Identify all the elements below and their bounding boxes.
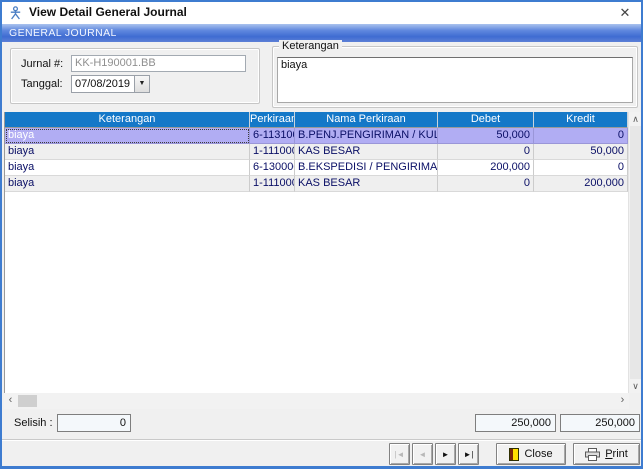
- title-bar[interactable]: View Detail General Journal ✕: [2, 2, 641, 24]
- close-window-icon[interactable]: ✕: [616, 4, 634, 22]
- nav-prev-button[interactable]: ◄: [412, 443, 433, 465]
- scroll-down-icon[interactable]: ∨: [629, 379, 642, 393]
- cell-nama-perkiraan[interactable]: KAS BESAR: [295, 144, 438, 160]
- nav-next-button[interactable]: ►: [435, 443, 456, 465]
- cell-kredit[interactable]: 200,000: [534, 176, 628, 192]
- nav-first-button[interactable]: |◄: [389, 443, 410, 465]
- print-button[interactable]: Print: [573, 443, 640, 465]
- column-header-keterangan[interactable]: Keterangan: [5, 112, 250, 128]
- table-row[interactable]: biaya 6-1300001 B.EKSPEDISI / PENGIRIMAN…: [5, 160, 629, 176]
- table-row[interactable]: biaya 1-1110001 KAS BESAR 0 50,000: [5, 144, 629, 160]
- exit-door-icon: [509, 448, 519, 461]
- table-row[interactable]: biaya 1-1110001 KAS BESAR 0 200,000: [5, 176, 629, 192]
- total-debet-field[interactable]: 250,000: [475, 414, 556, 432]
- printer-icon: [585, 448, 600, 461]
- journal-detail-grid: Keterangan Perkiraan Nama Perkiraan Debe…: [4, 112, 641, 393]
- cell-keterangan[interactable]: biaya: [5, 128, 250, 144]
- column-header-perkiraan[interactable]: Perkiraan: [250, 112, 295, 128]
- horizontal-scrollbar[interactable]: ‹ ›: [4, 393, 629, 409]
- cell-keterangan[interactable]: biaya: [5, 160, 250, 176]
- vertical-scrollbar[interactable]: ∧ ∨: [628, 112, 641, 393]
- cell-debet[interactable]: 50,000: [438, 128, 534, 144]
- journal-info-groupbox: Jurnal #: KK-H190001.BB Tanggal: 07/08/2…: [10, 48, 260, 104]
- print-button-label: Print: [605, 448, 628, 460]
- cell-kredit[interactable]: 0: [534, 160, 628, 176]
- jurnal-label: Jurnal #:: [21, 58, 63, 70]
- scroll-left-icon[interactable]: ‹: [4, 393, 17, 409]
- jurnal-number-field[interactable]: KK-H190001.BB: [71, 55, 246, 72]
- grid-header-row: Keterangan Perkiraan Nama Perkiraan Debe…: [5, 112, 629, 128]
- view-detail-general-journal-dialog: View Detail General Journal ✕ GENERAL JO…: [0, 0, 643, 469]
- nav-last-button[interactable]: ►|: [458, 443, 479, 465]
- cell-perkiraan[interactable]: 1-1110001: [250, 144, 295, 160]
- cell-debet[interactable]: 0: [438, 176, 534, 192]
- cell-nama-perkiraan[interactable]: B.PENJ.PENGIRIMAN / KULI: [295, 128, 438, 144]
- scroll-right-icon[interactable]: ›: [616, 393, 629, 409]
- cell-kredit[interactable]: 0: [534, 128, 628, 144]
- cell-kredit[interactable]: 50,000: [534, 144, 628, 160]
- cell-keterangan[interactable]: biaya: [5, 144, 250, 160]
- chevron-down-icon[interactable]: ▼: [134, 76, 149, 92]
- column-header-nama-perkiraan[interactable]: Nama Perkiraan: [295, 112, 438, 128]
- cell-nama-perkiraan[interactable]: KAS BESAR: [295, 176, 438, 192]
- tanggal-label: Tanggal:: [21, 78, 63, 90]
- selisih-field[interactable]: 0: [57, 414, 131, 432]
- total-kredit-field[interactable]: 250,000: [560, 414, 640, 432]
- scroll-up-icon[interactable]: ∧: [629, 112, 642, 126]
- keterangan-textarea[interactable]: biaya: [277, 57, 633, 103]
- keterangan-groupbox: Keterangan biaya: [272, 46, 638, 108]
- window-title: View Detail General Journal: [29, 5, 187, 19]
- close-button-label: Close: [524, 448, 552, 460]
- tanggal-value: 07/08/2019: [75, 77, 130, 91]
- column-header-kredit[interactable]: Kredit: [534, 112, 628, 128]
- vertical-scrollbar-thumb[interactable]: [630, 126, 641, 379]
- app-icon: [9, 6, 22, 20]
- column-header-debet[interactable]: Debet: [438, 112, 534, 128]
- tanggal-date-combobox[interactable]: 07/08/2019 ▼: [71, 75, 150, 93]
- horizontal-scrollbar-thumb[interactable]: [18, 395, 37, 407]
- cell-perkiraan[interactable]: 6-1300001: [250, 160, 295, 176]
- scrollbar-corner: [629, 393, 641, 409]
- cell-debet[interactable]: 200,000: [438, 160, 534, 176]
- close-button[interactable]: Close: [496, 443, 566, 465]
- footer-separator: [2, 439, 641, 441]
- cell-perkiraan[interactable]: 6-1131001: [250, 128, 295, 144]
- selisih-label: Selisih :: [14, 417, 53, 429]
- cell-nama-perkiraan[interactable]: B.EKSPEDISI / PENGIRIMAN: [295, 160, 438, 176]
- table-row-selected[interactable]: biaya 6-1131001 B.PENJ.PENGIRIMAN / KULI…: [5, 128, 629, 144]
- cell-perkiraan[interactable]: 1-1110001: [250, 176, 295, 192]
- keterangan-label: Keterangan: [279, 40, 342, 53]
- cell-keterangan[interactable]: biaya: [5, 176, 250, 192]
- cell-debet[interactable]: 0: [438, 144, 534, 160]
